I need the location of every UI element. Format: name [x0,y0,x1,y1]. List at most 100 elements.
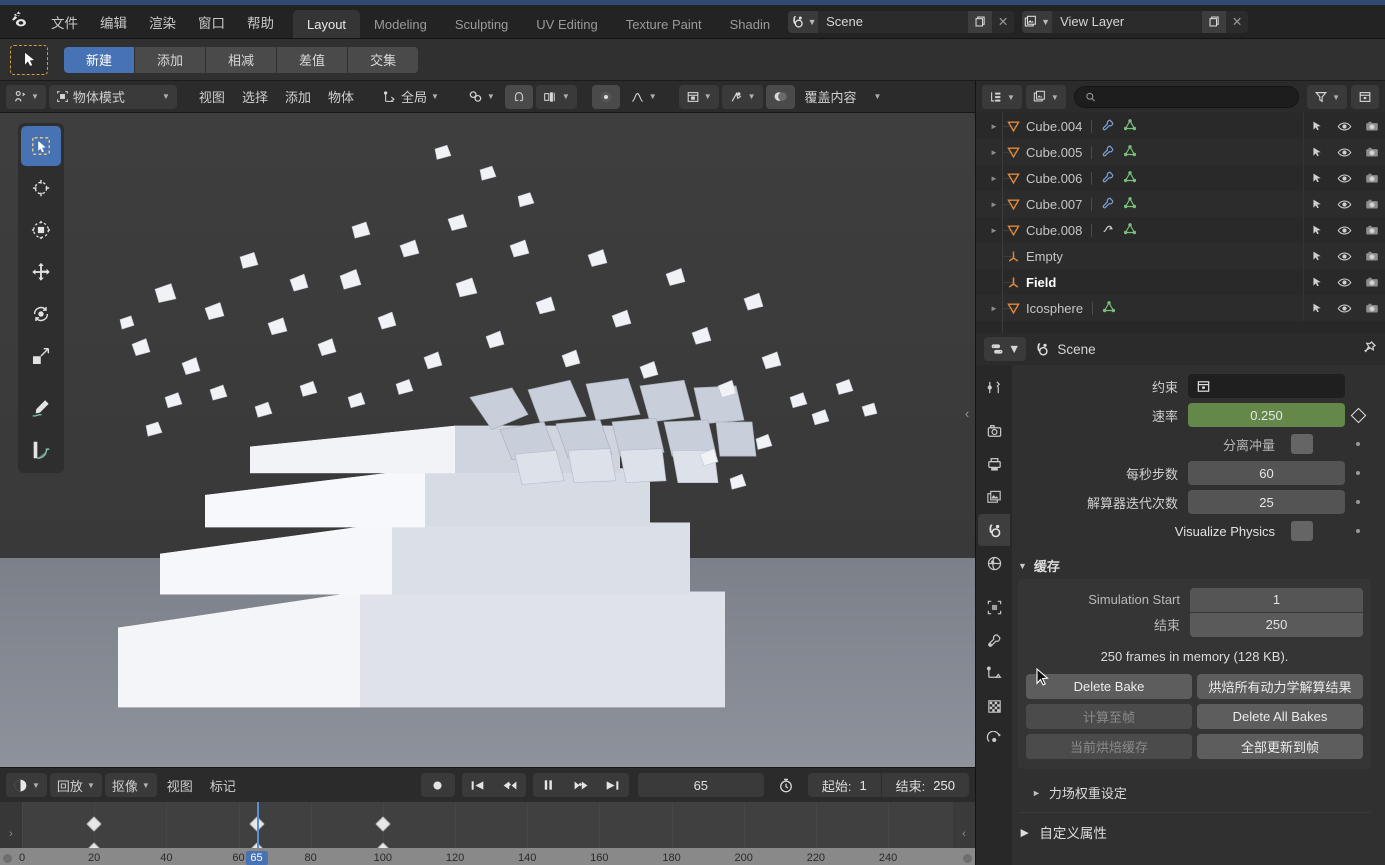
camera-icon[interactable] [1358,120,1385,133]
tab-tool[interactable] [978,371,1010,403]
keyframe-diamond[interactable] [375,816,391,832]
speed-field[interactable]: 0.250 [1188,403,1345,427]
mesh-data-icon[interactable] [1123,118,1137,135]
overlays-icon[interactable] [765,84,795,109]
expand-triangle-icon[interactable]: ► [986,148,1002,157]
mesh-data-icon[interactable] [1123,144,1137,161]
frame-start-field[interactable]: 起始: 1 [808,773,881,797]
modifier-wrench-icon[interactable] [1101,196,1115,213]
solver-field[interactable]: 25 [1188,490,1345,514]
blender-logo-icon[interactable] [0,5,40,38]
timeline-menu-marker[interactable]: 标记 [203,773,243,797]
physics-icon[interactable] [1101,222,1115,239]
update-all-to-frame-button[interactable]: 全部更新到帧 [1197,734,1363,759]
menu-help[interactable]: 帮助 [236,5,285,38]
modifier-wrench-icon[interactable] [1101,118,1115,135]
bake-all-dynamics-button[interactable]: 烘焙所有动力学解算结果 [1197,674,1363,699]
eye-icon[interactable] [1331,276,1358,289]
selectable-arrow-icon[interactable] [1304,172,1331,185]
filter-funnel-icon[interactable]: ▼ [1307,85,1347,109]
3d-viewport[interactable]: ‹ [0,113,975,767]
outliner-row[interactable]: Empty [976,243,1385,269]
select-box-tool-icon[interactable] [10,44,48,75]
modifier-wrench-icon[interactable] [1101,144,1115,161]
blender-file-icon[interactable]: ▼ [1025,85,1066,109]
scale-icon[interactable] [21,336,61,376]
tab-texture-paint[interactable]: Texture Paint [612,10,716,38]
selectable-arrow-icon[interactable] [1304,250,1331,263]
outliner-row-label[interactable]: Cube.008 [1026,223,1082,238]
select-mode-new[interactable]: 新建 [64,46,136,73]
outliner-row[interactable]: Field [976,269,1385,295]
viewport-menu-object[interactable]: 物体 [321,85,361,109]
selectable-arrow-icon[interactable] [1304,276,1331,289]
view-layer-name[interactable]: View Layer [1052,14,1202,29]
simulation-start-field[interactable]: 1 [1190,587,1363,612]
visualize-physics-checkbox[interactable] [1291,521,1313,541]
outliner-search[interactable] [1073,86,1300,108]
eye-icon[interactable] [1331,302,1358,315]
camera-icon[interactable] [1358,250,1385,263]
playhead-frame-badge[interactable]: 65 [245,851,268,865]
tab-physics[interactable] [978,723,1010,755]
timeline-scroll-right-handle[interactable] [963,854,972,863]
3d-cursor-icon[interactable] [21,168,61,208]
split-impulse-checkbox[interactable] [1291,434,1313,454]
camera-icon[interactable] [1358,172,1385,185]
tab-modeling[interactable]: Modeling [360,10,441,38]
new-scene-icon[interactable] [968,10,993,33]
outliner-row[interactable]: ► Icosphere [976,295,1385,321]
eye-icon[interactable] [1331,198,1358,211]
calculate-to-frame-button[interactable]: 计算至帧 [1026,704,1192,729]
expand-triangle-icon[interactable]: ► [986,226,1002,235]
tab-scene[interactable] [978,514,1010,546]
tab-modifiers[interactable] [978,624,1010,656]
jump-end-icon[interactable] [597,773,629,797]
expand-triangle-icon[interactable]: ► [986,200,1002,209]
select-mode-subtract[interactable]: 相减 [206,46,278,73]
pause-icon[interactable] [533,773,565,797]
delete-bake-button[interactable]: Delete Bake [1026,674,1192,699]
camera-icon[interactable] [1358,302,1385,315]
steps-decorator[interactable] [1345,471,1371,475]
custom-properties-section-header[interactable]: ► 自定义属性 [1018,812,1371,842]
eye-icon[interactable] [1331,172,1358,185]
expand-triangle-icon[interactable]: ► [986,122,1002,131]
outliner-row-label[interactable]: Empty [1026,249,1063,264]
mesh-data-icon[interactable] [1123,196,1137,213]
keyframe-diamond[interactable] [86,816,102,832]
mesh-data-icon[interactable] [1123,170,1137,187]
expand-triangle-icon[interactable]: ► [986,174,1002,183]
transform-orientation-dropdown[interactable]: 全局 ▼ [376,85,446,109]
falloff-smooth-icon[interactable]: ▼ [623,85,664,109]
timeline-menu-playback[interactable]: 回放 ▼ [49,773,102,797]
magnet-icon[interactable] [504,84,533,109]
menu-window[interactable]: 窗口 [187,5,236,38]
steps-field[interactable]: 60 [1188,461,1345,485]
outliner-row-label[interactable]: Field [1026,275,1056,290]
constraint-field[interactable] [1188,374,1345,398]
timeline-menu-keying[interactable]: 抠像 ▼ [104,773,157,797]
current-frame-field[interactable]: 65 [637,773,764,797]
viewport-menu-select[interactable]: 选择 [235,85,275,109]
selectable-arrow-icon[interactable] [1304,198,1331,211]
timeline-editor-icon[interactable]: ▼ [6,773,47,797]
menu-file[interactable]: 文件 [40,5,89,38]
selectable-arrow-icon[interactable] [1304,224,1331,237]
new-collection-icon[interactable] [1351,85,1379,109]
outliner-row-label[interactable]: Icosphere [1026,301,1083,316]
camera-icon[interactable] [1358,224,1385,237]
prev-keyframe-icon[interactable] [494,773,526,797]
annotate-pencil-icon[interactable] [21,388,61,428]
outliner-display-mode-icon[interactable]: ▼ [982,85,1022,109]
pin-icon[interactable] [1361,340,1377,359]
selectable-arrow-icon[interactable] [1304,302,1331,315]
auto-key-clock-icon[interactable] [773,777,799,794]
field-weights-section-header[interactable]: ► 力场权重设定 [1032,783,1371,802]
snap-settings-dropdown[interactable]: ▼ [461,85,502,109]
close-icon[interactable]: ✕ [1226,10,1249,33]
outliner-row-label[interactable]: Cube.006 [1026,171,1082,186]
timeline-ruler[interactable]: 0 20 40 60 80 100 120 140 160 180 200 220 240 65 [0,848,975,865]
select-mode-intersect[interactable]: 交集 [348,46,419,73]
simulation-end-field[interactable]: 250 [1190,612,1363,637]
